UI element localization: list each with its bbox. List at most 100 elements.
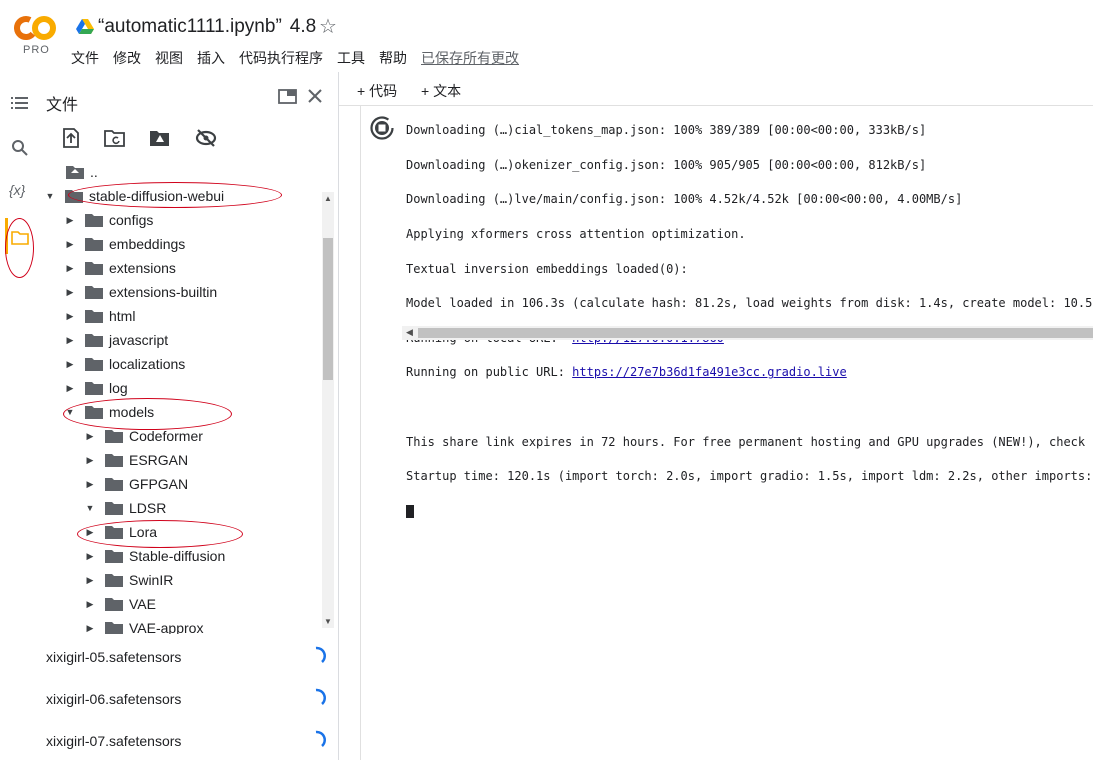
stop-execution-icon[interactable] bbox=[370, 116, 394, 140]
star-icon[interactable]: ☆ bbox=[319, 14, 337, 39]
folder-icon bbox=[105, 502, 123, 515]
expand-arrow-icon[interactable]: ▶ bbox=[64, 287, 76, 298]
tree-scrollbar-thumb[interactable] bbox=[323, 238, 333, 380]
expand-arrow-icon[interactable]: ▶ bbox=[64, 359, 76, 370]
tree-folder-row[interactable]: ▶ localizations bbox=[64, 352, 186, 376]
expand-arrow-icon[interactable]: ▶ bbox=[64, 239, 76, 250]
tree-folder-row[interactable]: ▶ embeddings bbox=[64, 232, 186, 256]
collapse-arrow-icon[interactable]: ▼ bbox=[64, 407, 76, 417]
folder-icon bbox=[105, 478, 123, 491]
tree-folder-row[interactable]: ▶ log bbox=[64, 376, 128, 400]
menu-file[interactable]: 文件 bbox=[71, 48, 99, 68]
menu-edit[interactable]: 修改 bbox=[113, 48, 141, 68]
tree-scrollbar[interactable]: ▲ ▼ bbox=[322, 192, 334, 628]
add-code-button[interactable]: + 代码 bbox=[357, 81, 397, 101]
tree-folder-row[interactable]: ▶ html bbox=[64, 304, 136, 328]
tree-folder-row[interactable]: ▶ extensions bbox=[64, 256, 176, 280]
files-panel-title: 文件 bbox=[46, 97, 79, 114]
app-header: PRO “automatic1111.ipynb” 4.8 ☆ 文件 修改 视图 … bbox=[0, 0, 1093, 72]
output-hscrollbar-thumb[interactable] bbox=[418, 328, 1093, 338]
tree-folder-row[interactable]: ▶ VAE bbox=[84, 592, 156, 616]
expand-arrow-icon[interactable]: ▶ bbox=[84, 527, 96, 538]
tree-folder-row[interactable]: ▶ ESRGAN bbox=[84, 448, 189, 472]
search-icon[interactable] bbox=[10, 138, 30, 158]
loading-spinner-icon bbox=[315, 730, 326, 747]
upload-file[interactable]: xixigirl-07.safetensors bbox=[46, 733, 181, 749]
folder-icon[interactable] bbox=[10, 228, 30, 248]
tree-folder-row[interactable]: ▶ Codeformer bbox=[84, 424, 203, 448]
tree-folder-label: Codeformer bbox=[129, 428, 203, 444]
expand-arrow-icon[interactable]: ▶ bbox=[84, 479, 96, 490]
tree-folder-row[interactable]: ▶ VAE-approx bbox=[84, 616, 203, 634]
tree-folder-label: GFPGAN bbox=[129, 476, 189, 492]
collapse-arrow-icon[interactable]: ▼ bbox=[44, 191, 56, 201]
expand-arrow-icon[interactable]: ▶ bbox=[84, 623, 96, 634]
colab-logo[interactable]: PRO bbox=[14, 14, 56, 60]
tree-folder-label: configs bbox=[109, 212, 154, 228]
output-cursor-line bbox=[406, 503, 1093, 520]
scroll-left-icon[interactable]: ◀ bbox=[406, 327, 413, 338]
expand-arrow-icon[interactable]: ▶ bbox=[84, 575, 96, 586]
tree-folder-row[interactable]: ▶ Lora bbox=[84, 520, 158, 544]
tree-parent-row[interactable]: .. bbox=[66, 164, 98, 184]
tree-root-label: stable-diffusion-webui bbox=[89, 188, 225, 204]
tree-folder-row[interactable]: ▶ javascript bbox=[64, 328, 169, 352]
expand-arrow-icon[interactable]: ▶ bbox=[64, 215, 76, 226]
expand-arrow-icon[interactable]: ▶ bbox=[64, 383, 76, 394]
expand-arrow-icon[interactable]: ▶ bbox=[84, 431, 96, 442]
public-url-link[interactable]: https://27e7b36d1fa491e3cc.gradio.live bbox=[572, 365, 847, 379]
output-line: Downloading (…)lve/main/config.json: 100… bbox=[406, 192, 963, 207]
tree-folder-row[interactable]: ▶ SwinIR bbox=[84, 568, 174, 592]
tree-folder-row[interactable]: ▶ GFPGAN bbox=[84, 472, 189, 496]
scroll-up-icon[interactable]: ▲ bbox=[324, 194, 332, 203]
expand-arrow-icon[interactable]: ▶ bbox=[84, 455, 96, 466]
add-text-button[interactable]: + 文本 bbox=[421, 81, 461, 101]
open-in-tab-icon[interactable] bbox=[278, 88, 298, 106]
toc-icon[interactable] bbox=[10, 93, 30, 113]
tree-folder-label: models bbox=[109, 404, 155, 420]
tree-folder-row[interactable]: ▼ models bbox=[64, 400, 155, 424]
folder-icon bbox=[85, 214, 103, 227]
folder-icon bbox=[105, 550, 123, 563]
folder-icon bbox=[85, 382, 103, 395]
close-icon[interactable] bbox=[307, 88, 323, 104]
tree-folder-label: extensions bbox=[109, 260, 176, 276]
refresh-folder-icon[interactable] bbox=[104, 128, 126, 148]
menu-tools[interactable]: 工具 bbox=[337, 48, 365, 68]
tree-folder-row[interactable]: ▶ Stable-diffusion bbox=[84, 544, 226, 568]
expand-arrow-icon[interactable]: ▶ bbox=[84, 551, 96, 562]
collapse-arrow-icon[interactable]: ▼ bbox=[84, 503, 96, 513]
google-drive-icon[interactable] bbox=[76, 19, 94, 35]
notebook-name[interactable]: “automatic1111.ipynb” bbox=[98, 16, 282, 37]
notebook-title[interactable]: “automatic1111.ipynb” 4.8 bbox=[98, 16, 316, 38]
scroll-down-icon[interactable]: ▼ bbox=[324, 617, 332, 626]
tree-folder-row[interactable]: ▶ configs bbox=[64, 208, 154, 232]
upload-file[interactable]: xixigirl-05.safetensors bbox=[46, 649, 181, 665]
menu-insert[interactable]: 插入 bbox=[197, 48, 225, 68]
tree-folder-label: embeddings bbox=[109, 236, 186, 252]
output-line: Model loaded in 106.3s (calculate hash: … bbox=[406, 296, 1093, 311]
saved-status[interactable]: 已保存所有更改 bbox=[421, 48, 519, 68]
menu-runtime[interactable]: 代码执行程序 bbox=[239, 48, 323, 68]
output-line-public-url: Running on public URL: https://27e7b36d1… bbox=[406, 364, 1093, 381]
hide-icon[interactable] bbox=[195, 128, 217, 148]
tree-root-row[interactable]: ▼ stable-diffusion-webui bbox=[44, 184, 225, 208]
notebook-toolbar: + 代码 + 文本 bbox=[339, 72, 1093, 106]
variables-icon[interactable]: {x} bbox=[9, 182, 29, 202]
output-line: Downloading (…)okenizer_config.json: 100… bbox=[406, 157, 927, 172]
output-hscrollbar[interactable]: ◀ bbox=[402, 326, 1093, 340]
folder-icon bbox=[105, 454, 123, 467]
expand-arrow-icon[interactable]: ▶ bbox=[64, 335, 76, 346]
drive-folder-icon[interactable] bbox=[149, 128, 171, 148]
expand-arrow-icon[interactable]: ▶ bbox=[64, 263, 76, 274]
tree-folder-row[interactable]: ▼ LDSR bbox=[84, 496, 167, 520]
tree-folder-label: extensions-builtin bbox=[109, 284, 218, 300]
expand-arrow-icon[interactable]: ▶ bbox=[84, 599, 96, 610]
menu-view[interactable]: 视图 bbox=[155, 48, 183, 68]
tree-folder-row[interactable]: ▶ extensions-builtin bbox=[64, 280, 218, 304]
menu-help[interactable]: 帮助 bbox=[379, 48, 407, 68]
expand-arrow-icon[interactable]: ▶ bbox=[64, 311, 76, 322]
upload-icon[interactable] bbox=[60, 128, 82, 148]
tree-parent-label: .. bbox=[90, 164, 98, 180]
upload-file[interactable]: xixigirl-06.safetensors bbox=[46, 691, 181, 707]
